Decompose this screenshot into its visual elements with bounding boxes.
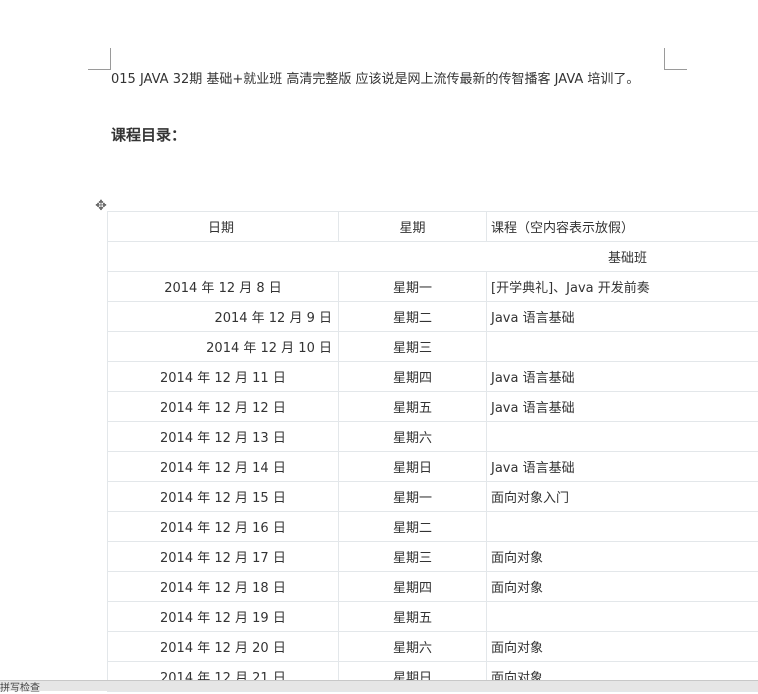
- course-cell: Java 语言基础: [487, 392, 758, 422]
- date-cell: 2014 年 12 月 18 日: [108, 572, 339, 602]
- table-row: 2014 年 12 月 10 日星期三: [108, 332, 758, 362]
- table-row: 2014 年 12 月 11 日星期四Java 语言基础: [108, 362, 758, 392]
- table-row: 2014 年 12 月 17 日星期三面向对象: [108, 542, 758, 572]
- course-cell: [487, 332, 758, 362]
- course-cell: Java 语言基础: [487, 302, 758, 332]
- date-cell: 2014 年 12 月 12 日: [108, 392, 339, 422]
- crop-mark-top-right-horizontal: [664, 69, 687, 70]
- weekday-cell: 星期六: [339, 632, 487, 662]
- weekday-cell: 星期四: [339, 362, 487, 392]
- crop-mark-top-right-vertical: [664, 48, 665, 70]
- date-cell: 2014 年 12 月 15 日: [108, 482, 339, 512]
- weekday-cell: 星期五: [339, 392, 487, 422]
- course-cell: [487, 602, 758, 632]
- date-cell: 2014 年 12 月 14 日: [108, 452, 339, 482]
- table-row: 2014 年 12 月 18 日星期四面向对象: [108, 572, 758, 602]
- header-date: 日期: [108, 212, 339, 242]
- section-row: 基础班: [108, 242, 758, 272]
- weekday-cell: 星期日: [339, 452, 487, 482]
- date-cell: 2014 年 12 月 17 日: [108, 542, 339, 572]
- weekday-cell: 星期一: [339, 272, 487, 302]
- table-row: 2014 年 12 月 8 日星期一[开学典礼]、Java 开发前奏: [108, 272, 758, 302]
- course-cell: Java 语言基础: [487, 452, 758, 482]
- date-cell: 2014 年 12 月 13 日: [108, 422, 339, 452]
- date-cell: 2014 年 12 月 20 日: [108, 632, 339, 662]
- date-cell: 2014 年 12 月 9 日: [108, 302, 339, 332]
- date-cell: 2014 年 12 月 10 日: [108, 332, 339, 362]
- crop-mark-top-left-horizontal: [88, 69, 111, 70]
- table-row: 2014 年 12 月 12 日星期五Java 语言基础: [108, 392, 758, 422]
- course-cell: 面向对象: [487, 572, 758, 602]
- table-row: 2014 年 12 月 20 日星期六面向对象: [108, 632, 758, 662]
- statusbar-text: 拼写检查: [0, 679, 40, 694]
- weekday-cell: 星期五: [339, 602, 487, 632]
- date-cell: 2014 年 12 月 19 日: [108, 602, 339, 632]
- course-cell: 面向对象: [487, 542, 758, 572]
- status-bar: 拼写检查: [0, 680, 758, 691]
- schedule-table: 日期 星期 课程（空内容表示放假） 基础班 2014 年 12 月 8 日星期一…: [107, 211, 758, 692]
- weekday-cell: 星期二: [339, 302, 487, 332]
- weekday-cell: 星期二: [339, 512, 487, 542]
- date-cell: 2014 年 12 月 8 日: [108, 272, 339, 302]
- course-cell: 面向对象入门: [487, 482, 758, 512]
- course-cell: [487, 422, 758, 452]
- course-cell: [487, 512, 758, 542]
- date-cell: 2014 年 12 月 11 日: [108, 362, 339, 392]
- course-cell: [开学典礼]、Java 开发前奏: [487, 272, 758, 302]
- table-row: 2014 年 12 月 13 日星期六: [108, 422, 758, 452]
- table-row: 2014 年 12 月 15 日星期一面向对象入门: [108, 482, 758, 512]
- section-label: 基础班: [108, 242, 758, 272]
- weekday-cell: 星期一: [339, 482, 487, 512]
- weekday-cell: 星期六: [339, 422, 487, 452]
- table-row: 2014 年 12 月 16 日星期二: [108, 512, 758, 542]
- table-header-row: 日期 星期 课程（空内容表示放假）: [108, 212, 758, 242]
- weekday-cell: 星期三: [339, 332, 487, 362]
- table-row: 2014 年 12 月 19 日星期五: [108, 602, 758, 632]
- intro-paragraph: 015 JAVA 32期 基础+就业班 高清完整版 应该说是网上流传最新的传智播…: [111, 70, 659, 89]
- header-weekday: 星期: [339, 212, 487, 242]
- date-cell: 2014 年 12 月 16 日: [108, 512, 339, 542]
- course-cell: 面向对象: [487, 632, 758, 662]
- header-course: 课程（空内容表示放假）: [487, 212, 758, 242]
- weekday-cell: 星期四: [339, 572, 487, 602]
- crop-mark-top-left-vertical: [110, 48, 111, 70]
- course-cell: Java 语言基础: [487, 362, 758, 392]
- table-row: 2014 年 12 月 9 日星期二Java 语言基础: [108, 302, 758, 332]
- table-row: 2014 年 12 月 14 日星期日Java 语言基础: [108, 452, 758, 482]
- course-catalog-heading: 课程目录：: [111, 124, 186, 145]
- weekday-cell: 星期三: [339, 542, 487, 572]
